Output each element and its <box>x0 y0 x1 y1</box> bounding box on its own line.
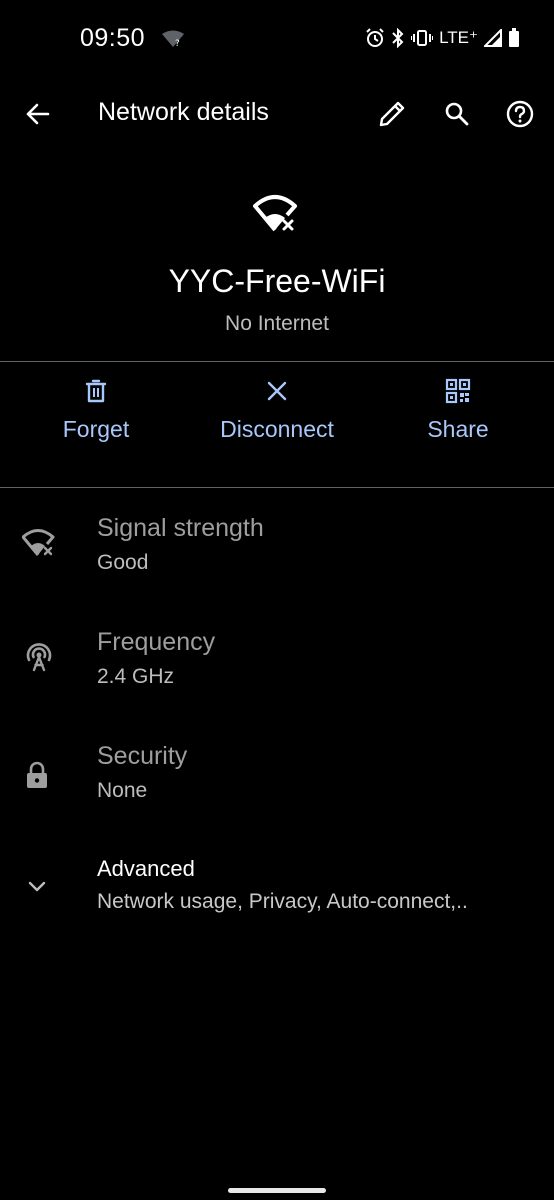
svg-text:?: ? <box>175 39 180 48</box>
bluetooth-icon <box>391 28 405 48</box>
security-row: Security None <box>0 742 554 832</box>
frequency-row: Frequency 2.4 GHz <box>0 628 554 718</box>
network-status: No Internet <box>225 312 329 335</box>
vibrate-icon <box>411 28 434 48</box>
security-title: Security <box>97 742 188 770</box>
navigation-handle[interactable] <box>228 1188 326 1193</box>
back-button[interactable] <box>18 94 58 134</box>
signal-strength-title: Signal strength <box>97 514 264 542</box>
forget-button[interactable]: Forget <box>6 376 186 476</box>
battery-icon <box>508 28 520 48</box>
search-button[interactable] <box>437 94 477 134</box>
search-icon <box>437 94 477 134</box>
edit-button[interactable] <box>372 94 412 134</box>
chevron-down-icon <box>22 872 52 902</box>
antenna-icon <box>22 640 56 674</box>
help-icon <box>500 94 540 134</box>
share-label: Share <box>427 416 489 442</box>
disconnect-label: Disconnect <box>220 416 334 442</box>
share-button[interactable]: Share <box>368 376 548 476</box>
signal-strength-row: Signal strength Good <box>0 514 554 604</box>
advanced-value: Network usage, Privacy, Auto-connect,.. <box>97 890 468 913</box>
wifi-no-internet-icon <box>22 528 56 558</box>
wifi-no-internet-icon <box>253 194 299 234</box>
advanced-row[interactable]: Advanced Network usage, Privacy, Auto-co… <box>0 856 554 946</box>
status-time: 09:50 <box>80 24 146 52</box>
pencil-icon <box>372 94 412 134</box>
page-title: Network details <box>98 98 269 126</box>
disconnect-button[interactable]: Disconnect <box>187 376 367 476</box>
app-bar: Network details <box>0 82 554 144</box>
qr-code-icon <box>443 376 473 406</box>
advanced-title: Advanced <box>97 856 195 881</box>
alarm-icon <box>365 28 385 48</box>
status-bar: 09:50 ? LTE⁺ <box>0 0 554 80</box>
divider <box>0 487 554 488</box>
lock-icon <box>22 760 52 790</box>
frequency-title: Frequency <box>97 628 216 656</box>
arrow-back-icon <box>18 94 58 134</box>
status-icons: LTE⁺ <box>365 27 520 49</box>
frequency-value: 2.4 GHz <box>97 665 175 688</box>
divider <box>0 361 554 362</box>
forget-label: Forget <box>62 416 130 442</box>
close-icon <box>262 376 292 406</box>
signal-strength-value: Good <box>97 551 149 574</box>
cell-signal-icon <box>484 29 502 47</box>
wifi-status-icon: ? <box>162 30 184 48</box>
help-button[interactable] <box>500 94 540 134</box>
network-name: YYC-Free-WiFi <box>168 263 386 299</box>
security-value: None <box>97 779 148 802</box>
network-type-label: LTE⁺ <box>439 28 478 47</box>
trash-icon <box>81 376 111 406</box>
